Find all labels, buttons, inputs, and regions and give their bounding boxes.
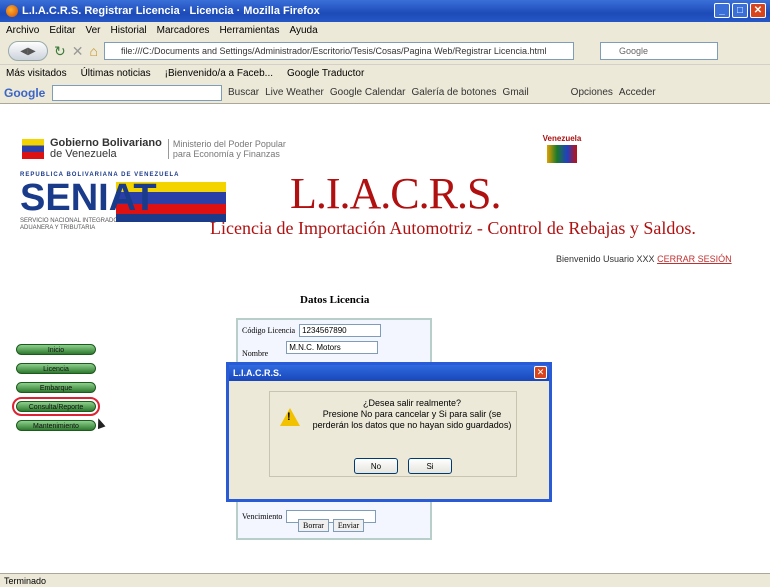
code-input[interactable]: 1234567890 (299, 324, 382, 337)
government-header: Gobierno Bolivariano de Venezuela Minist… (22, 134, 302, 164)
maximize-button[interactable]: □ (732, 3, 748, 18)
confirm-dialog: L.I.A.C.R.S. ✕ ! ¿Desea salir realmente?… (226, 362, 552, 502)
menu-ayuda[interactable]: Ayuda (289, 25, 317, 36)
seniat-logo: REPUBLICA BOLIVARIANA DE VENEZUELA SENIA… (20, 172, 226, 256)
ministry-line1: Ministerio del Poder Popular (172, 139, 286, 149)
minimize-button[interactable]: _ (714, 3, 730, 18)
venezuela-emblem-icon (547, 145, 577, 163)
bookmarks-toolbar: Más visitados Últimas noticias ¡Bienveni… (0, 64, 770, 82)
gbar-options[interactable]: Opciones (571, 87, 613, 98)
bookmark-item[interactable]: Google Traductor (287, 68, 364, 79)
gob-line2: de Venezuela (50, 148, 117, 160)
code-label: Código Licencia (242, 326, 296, 335)
dialog-body: ! ¿Desea salir realmente? Presione No pa… (269, 391, 517, 477)
menu-bar: Archivo Editar Ver Historial Marcadores … (0, 22, 770, 38)
yes-button[interactable]: Si (408, 458, 452, 474)
url-bar[interactable]: file:///C:/Documents and Settings/Admini… (103, 42, 574, 60)
clear-button[interactable]: Borrar (298, 519, 329, 532)
menu-herramientas[interactable]: Herramientas (219, 25, 279, 36)
app-subtitle: Licencia de Importación Automotriz - Con… (210, 218, 696, 238)
nav-embarque[interactable]: Embarque (16, 382, 96, 393)
google-logo: Google (4, 85, 46, 100)
side-navigation: Inicio Licencia Embarque Consulta/Report… (12, 344, 100, 439)
nav-inicio[interactable]: Inicio (16, 344, 96, 355)
reload-icon[interactable]: ↻ (54, 41, 66, 61)
nav-mantenimiento[interactable]: Mantenimiento (16, 420, 96, 431)
firefox-icon (6, 5, 18, 17)
logout-link[interactable]: CERRAR SESIÓN (657, 254, 732, 264)
welcome-text: Bienvenido Usuario XXX (556, 254, 655, 264)
nav-licencia[interactable]: Licencia (16, 363, 96, 374)
expiry-label: Vencimiento (242, 512, 283, 521)
bookmark-item[interactable]: ¡Bienvenido/a a Faceb... (165, 68, 273, 79)
nav-consulta-reporte[interactable]: Consulta/Reporte (12, 397, 100, 416)
search-input[interactable]: Google (599, 42, 718, 60)
venezuela-flag-icon (22, 139, 44, 159)
venezuela-label: Venezuela (542, 134, 582, 143)
name-label: Nombre (242, 349, 269, 358)
gbar-gallery[interactable]: Galería de botones (411, 87, 496, 98)
gbar-weather[interactable]: Live Weather (265, 87, 324, 98)
ministry-line2: para Economía y Finanzas (172, 149, 280, 159)
send-button[interactable]: Enviar (332, 519, 365, 532)
stop-icon[interactable]: ✕ (72, 41, 84, 61)
mouse-cursor-icon (94, 416, 106, 430)
dialog-message: ¿Desea salir realmente? Presione No para… (312, 398, 512, 431)
google-toolbar-search[interactable] (52, 84, 222, 101)
no-button[interactable]: No (354, 458, 398, 474)
gbar-gmail[interactable]: Gmail (503, 87, 529, 98)
dialog-close-button[interactable]: ✕ (534, 366, 547, 379)
name-input[interactable]: M.N.C. Motors (286, 341, 379, 354)
warning-mark: ! (287, 411, 291, 423)
home-icon[interactable]: ⌂ (89, 41, 97, 61)
dialog-line3: perderán los datos que no hayan sido gua… (312, 420, 512, 430)
bookmark-item[interactable]: Últimas noticias (81, 68, 151, 79)
status-bar: Terminado (0, 573, 770, 587)
gbar-calendar[interactable]: Google Calendar (330, 87, 406, 98)
google-toolbar: Google Buscar Live Weather Google Calend… (0, 82, 770, 104)
dialog-title: L.I.A.C.R.S. (229, 365, 549, 381)
form-title: Datos Licencia (300, 294, 370, 306)
menu-archivo[interactable]: Archivo (6, 25, 39, 36)
app-title: L.I.A.C.R.S. (290, 169, 501, 218)
window-titlebar: L.I.A.C.R.S. Registrar Licencia · Licenc… (0, 0, 770, 22)
menu-historial[interactable]: Historial (111, 25, 147, 36)
menu-marcadores[interactable]: Marcadores (157, 25, 210, 36)
seniat-wordmark: SENIAT (20, 177, 157, 219)
back-forward-button[interactable]: ◀▶ (8, 41, 48, 61)
dialog-line2: Presione No para cancelar y Si para sali… (322, 409, 502, 419)
bookmark-item[interactable]: Más visitados (6, 68, 67, 79)
welcome-bar: Bienvenido Usuario XXX CERRAR SESIÓN (556, 254, 732, 264)
menu-ver[interactable]: Ver (85, 25, 100, 36)
venezuela-logo: Venezuela (540, 134, 584, 166)
gbar-signin[interactable]: Acceder (619, 87, 656, 98)
gbar-buscar[interactable]: Buscar (228, 87, 259, 98)
window-title: L.I.A.C.R.S. Registrar Licencia · Licenc… (22, 5, 320, 17)
dialog-line1: ¿Desea salir realmente? (362, 398, 462, 408)
navigation-toolbar: ◀▶ ↻ ✕ ⌂ file:///C:/Documents and Settin… (0, 38, 770, 64)
close-window-button[interactable]: ✕ (750, 3, 766, 18)
menu-editar[interactable]: Editar (49, 25, 75, 36)
